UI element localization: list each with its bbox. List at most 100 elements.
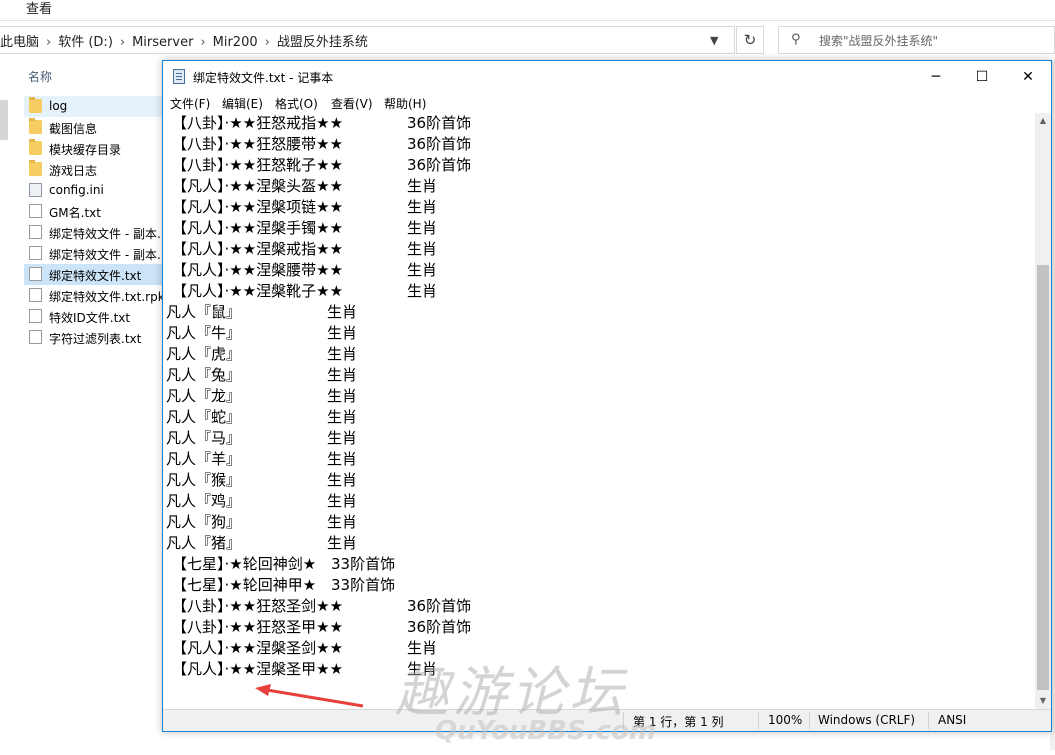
close-button[interactable]: ✕ <box>1005 61 1051 93</box>
list-item[interactable]: config.ini <box>24 180 174 201</box>
menu-help[interactable]: 帮助(H) <box>384 95 426 112</box>
folder-icon <box>29 160 42 176</box>
chevron-right-icon: › <box>46 35 52 50</box>
breadcrumb-item[interactable]: 软件 (D:) <box>58 35 113 50</box>
list-item[interactable]: 截图信息 <box>24 117 174 138</box>
maximize-button[interactable]: ☐ <box>959 61 1005 93</box>
list-item[interactable]: 字符过滤列表.txt <box>24 327 174 348</box>
item-category: 生肖 <box>327 387 358 405</box>
item-category: 生肖 <box>327 345 358 363</box>
text-file-icon <box>29 267 42 281</box>
close-icon: ✕ <box>1022 69 1034 85</box>
text-file-icon <box>29 330 42 344</box>
item-name: 【七星】·★轮回神甲★ <box>172 576 317 594</box>
item-name: 【凡人】·★★涅槃手镯★★ <box>172 219 344 237</box>
item-category: 生肖 <box>327 303 358 321</box>
file-name: config.ini <box>49 183 104 197</box>
search-icon: ⚲ <box>791 32 801 47</box>
menu-format[interactable]: 格式(O) <box>275 95 318 112</box>
menu-bar: 文件(F) 编辑(E) 格式(O) 查看(V) 帮助(H) <box>163 93 1051 113</box>
item-category: 生肖 <box>407 177 438 195</box>
folder-icon <box>29 139 42 155</box>
list-item[interactable]: 游戏日志 <box>24 159 174 180</box>
text-file-icon <box>29 246 42 260</box>
item-name: 凡人『龙』 <box>166 387 242 405</box>
breadcrumb-item[interactable]: Mir200 <box>213 35 258 50</box>
item-category: 生肖 <box>407 219 438 237</box>
item-name: 凡人『猪』 <box>166 534 242 552</box>
file-name: 绑定特效文件.txt.rpk <box>49 290 165 304</box>
list-item[interactable]: 特效ID文件.txt <box>24 306 174 327</box>
breadcrumb-item[interactable]: 战盟反外挂系统 <box>277 35 368 50</box>
item-category: 36阶首饰 <box>407 156 472 174</box>
item-category: 生肖 <box>327 366 358 384</box>
file-icon <box>29 288 42 302</box>
file-name: 截图信息 <box>49 122 98 136</box>
maximize-icon: ☐ <box>975 69 989 85</box>
folder-icon <box>29 97 42 113</box>
text-file-icon <box>29 204 42 218</box>
folder-icon <box>29 118 42 134</box>
breadcrumb-item[interactable]: Mirserver <box>132 35 193 50</box>
item-category: 36阶首饰 <box>407 597 472 615</box>
item-category: 36阶首饰 <box>407 114 472 132</box>
item-name: 【八卦】·★★狂怒戒指★★ <box>172 114 344 132</box>
chevron-down-icon[interactable]: ▼ <box>710 34 718 47</box>
menu-view[interactable]: 查看(V) <box>331 95 373 112</box>
item-category: 生肖 <box>407 261 438 279</box>
refresh-button[interactable]: ↻ <box>736 26 764 54</box>
list-item[interactable]: 绑定特效文件 - 副本. <box>24 222 174 243</box>
menu-edit[interactable]: 编辑(E) <box>222 95 263 112</box>
status-divider <box>928 712 929 729</box>
list-item[interactable]: 绑定特效文件.txt.rpk <box>24 285 174 306</box>
search-input[interactable]: ⚲ 搜索"战盟反外挂系统" <box>778 26 1055 54</box>
title-bar[interactable]: 绑定特效文件.txt - 记事本 ─ ☐ ✕ <box>163 61 1051 93</box>
vertical-scrollbar[interactable]: ▲ ▼ <box>1035 113 1051 709</box>
file-name: 字符过滤列表.txt <box>49 332 142 346</box>
item-name: 【八卦】·★★狂怒腰带★★ <box>172 135 344 153</box>
settings-file-icon <box>29 183 42 197</box>
scroll-up-icon[interactable]: ▲ <box>1035 113 1051 129</box>
item-category: 生肖 <box>407 198 438 216</box>
item-name: 凡人『狗』 <box>166 513 242 531</box>
item-name: 【凡人】·★★涅槃靴子★★ <box>172 282 344 300</box>
item-category: 36阶首饰 <box>407 618 472 636</box>
text-file-icon <box>29 309 42 323</box>
breadcrumb-item[interactable]: 此电脑 <box>0 35 39 50</box>
item-name: 【凡人】·★★涅槃圣剑★★ <box>172 639 344 657</box>
column-header-name[interactable]: 名称 <box>28 68 52 85</box>
list-item[interactable]: log <box>24 96 174 117</box>
item-name: 凡人『猴』 <box>166 471 242 489</box>
address-bar[interactable]: 此电脑 › 软件 (D:) › Mirserver › Mir200 › 战盟反外挂系统 ▼ <box>0 26 735 54</box>
file-list: 名称 log 截图信息 模块缓存目录 游戏日志 config.ini GM名.t… <box>20 60 174 750</box>
file-name: 绑定特效文件.txt <box>49 269 142 283</box>
scroll-down-icon[interactable]: ▼ <box>1035 693 1051 709</box>
status-line-ending: Windows (CRLF) <box>818 713 916 727</box>
item-name: 【七星】·★轮回神剑★ <box>172 555 317 573</box>
chevron-right-icon: › <box>200 35 206 50</box>
ribbon-tab-view[interactable]: 查看 <box>26 0 52 17</box>
item-name: 凡人『虎』 <box>166 345 242 363</box>
text-editor[interactable]: 【八卦】·★★狂怒戒指★★ 36阶首饰 【八卦】·★★狂怒腰带★★ 36阶首饰 【八卦】… <box>163 113 1035 709</box>
item-name: 凡人『羊』 <box>166 450 242 468</box>
scrollbar-thumb[interactable] <box>1037 265 1049 690</box>
item-category: 33阶首饰 <box>331 576 396 594</box>
list-item[interactable]: GM名.txt <box>24 201 174 222</box>
search-placeholder: 搜索"战盟反外挂系统" <box>819 34 939 48</box>
item-category: 生肖 <box>327 324 358 342</box>
file-name: 模块缓存目录 <box>49 143 122 157</box>
list-item[interactable]: 模块缓存目录 <box>24 138 174 159</box>
notepad-window: 绑定特效文件.txt - 记事本 ─ ☐ ✕ 文件(F) 编辑(E) 格式(O)… <box>162 60 1052 732</box>
list-item-selected[interactable]: 绑定特效文件.txt <box>24 264 174 285</box>
minimize-button[interactable]: ─ <box>913 61 959 93</box>
list-item[interactable]: 绑定特效文件 - 副本. <box>24 243 174 264</box>
item-category: 生肖 <box>407 240 438 258</box>
item-name: 凡人『牛』 <box>166 324 242 342</box>
minimize-icon: ─ <box>931 69 941 85</box>
address-toolbar: 此电脑 › 软件 (D:) › Mirserver › Mir200 › 战盟反外挂系统 ▼ ↻… <box>0 22 1055 58</box>
item-name: 凡人『鼠』 <box>166 303 242 321</box>
item-name: 【凡人】·★★涅槃腰带★★ <box>172 261 344 279</box>
item-category: 生肖 <box>327 408 358 426</box>
menu-file[interactable]: 文件(F) <box>170 95 210 112</box>
item-name: 【凡人】·★★涅槃戒指★★ <box>172 240 344 258</box>
